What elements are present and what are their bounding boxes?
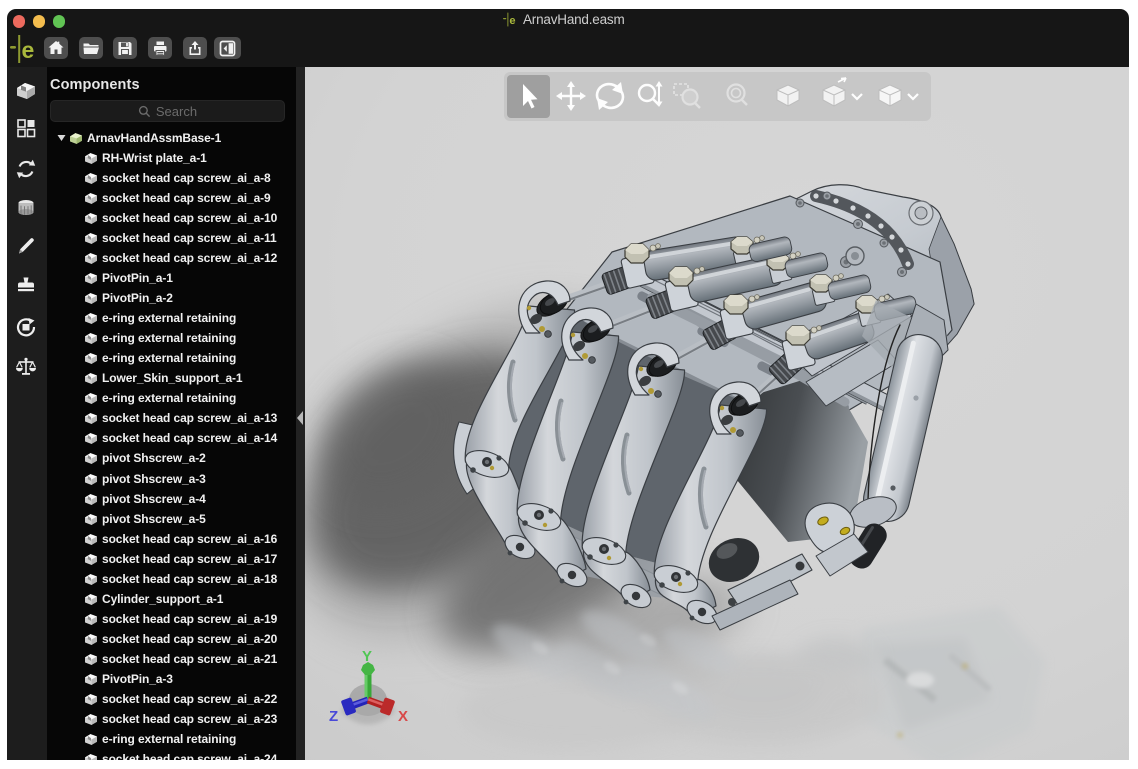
svg-text:Z: Z bbox=[329, 708, 338, 725]
svg-text:e: e bbox=[509, 15, 515, 27]
svg-text:Y: Y bbox=[362, 648, 372, 665]
svg-text:e: e bbox=[22, 37, 35, 63]
svg-text:X: X bbox=[398, 708, 408, 725]
